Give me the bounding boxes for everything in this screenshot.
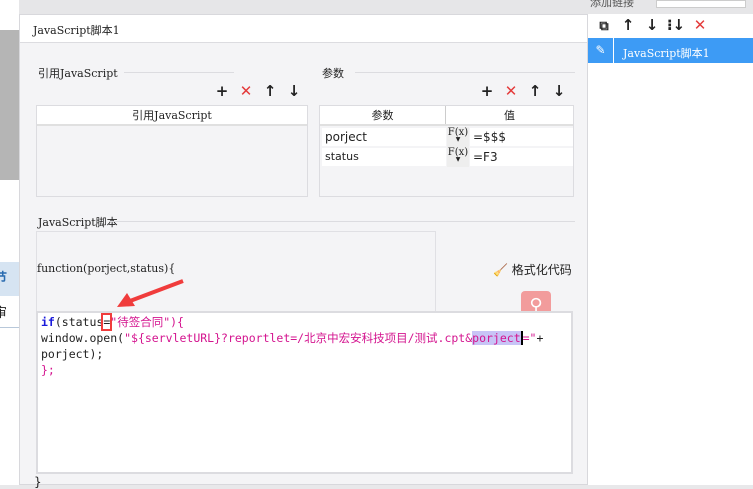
param-value[interactable]: =$$$: [470, 128, 573, 146]
ref-toolbar: + ✕ ↑ ↓: [210, 82, 306, 100]
annotation-arrow-icon: [117, 279, 184, 307]
arrow-up-icon[interactable]: ↑: [258, 82, 282, 100]
format-code-button[interactable]: 🧹 格式化代码: [493, 261, 572, 278]
formula-button[interactable]: F(x) ▼: [447, 127, 469, 147]
ref-column-header[interactable]: 引用JavaScript: [37, 106, 307, 126]
value-column-header[interactable]: 值: [446, 106, 573, 124]
ref-section-title: 引用JavaScript: [38, 67, 118, 80]
background-top: 添加链接: [0, 0, 753, 14]
dialog-title: JavaScript脚本1: [20, 15, 587, 43]
list-item-label: JavaScript脚本1: [623, 47, 710, 60]
arrow-down-icon[interactable]: ↓: [282, 82, 306, 100]
script-section-title: JavaScript脚本: [38, 216, 118, 229]
edit-pencil-icon[interactable]: ✎: [588, 38, 614, 63]
node-label: 节点: [0, 262, 19, 296]
param-value[interactable]: =F3: [470, 148, 573, 166]
background-left-panel: 节点 审核: [0, 0, 19, 485]
list-item-selected[interactable]: ✎ JavaScript脚本1: [588, 38, 753, 63]
param-name[interactable]: porject: [322, 128, 446, 146]
divider: [124, 72, 234, 73]
broom-icon: 🧹: [493, 263, 508, 277]
top-right-field[interactable]: [656, 0, 746, 8]
code-line: };: [41, 363, 55, 377]
closing-brace: }: [34, 475, 42, 489]
list-toolbar: ⧉ ↑ ↓ ⁝↓ ✕: [592, 16, 712, 34]
delete-icon[interactable]: ✕: [234, 82, 258, 100]
param-column-header[interactable]: 参数: [320, 106, 446, 124]
divider: [355, 72, 575, 73]
tab-add-link[interactable]: 添加链接: [590, 0, 634, 10]
params-header-row: 参数 值: [320, 106, 573, 126]
move-bottom-icon[interactable]: ⁝↓: [664, 16, 688, 34]
arrow-down-icon[interactable]: ↓: [640, 16, 664, 34]
code-line: if(status="待签合同"){: [41, 313, 184, 331]
script-list-panel: ⧉ ↑ ↓ ⁝↓ ✕ ✎ JavaScript脚本1: [588, 14, 753, 485]
function-signature: function(porject,status){: [37, 262, 176, 275]
ref-table: 引用JavaScript: [36, 105, 308, 197]
delete-icon[interactable]: ✕: [688, 16, 712, 34]
formula-button[interactable]: F(x) ▼: [447, 147, 469, 167]
param-name[interactable]: status: [322, 148, 446, 166]
javascript-dialog: JavaScript脚本1 引用JavaScript + ✕ ↑ ↓ 引用JavaSc…: [19, 14, 588, 489]
params-toolbar: + ✕ ↑ ↓: [475, 82, 571, 100]
code-line: porject);: [41, 347, 104, 361]
code-line: window.open("${servletURL}?reportlet=/北京…: [41, 331, 544, 345]
review-label: 审核: [0, 300, 19, 328]
copy-icon[interactable]: ⧉: [592, 19, 616, 34]
divider: [110, 221, 575, 222]
background-ruler: [0, 30, 19, 180]
code-editor[interactable]: if(status="待签合同"){ window.open("${servle…: [36, 311, 573, 474]
add-icon[interactable]: +: [475, 82, 499, 100]
add-icon[interactable]: +: [210, 82, 234, 100]
params-section-title: 参数: [322, 67, 344, 80]
arrow-up-icon[interactable]: ↑: [616, 16, 640, 34]
selected-text: porject: [472, 331, 521, 345]
params-table: 参数 值 porject F(x) ▼ =$$$ status F(x) ▼ =F3: [319, 105, 574, 197]
arrow-down-icon[interactable]: ↓: [547, 82, 571, 100]
delete-icon[interactable]: ✕: [499, 82, 523, 100]
arrow-up-icon[interactable]: ↑: [523, 82, 547, 100]
